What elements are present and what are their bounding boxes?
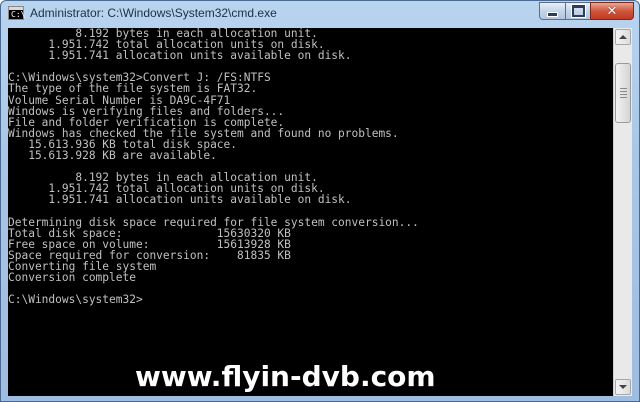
console-line: The type of the file system is FAT32.: [8, 82, 258, 96]
watermark-text: www.flyin-dvb.com: [135, 360, 436, 393]
console-line: Volume Serial Number is DA9C-4F71: [8, 93, 231, 107]
thumb-grip-line: [620, 97, 627, 98]
scroll-thumb[interactable]: [615, 63, 631, 123]
minimize-icon: [547, 11, 558, 17]
close-icon: ✕: [606, 3, 618, 19]
scroll-down-arrow-icon: [619, 385, 627, 389]
window-title: Administrator: C:\Windows\System32\cmd.e…: [30, 6, 277, 20]
console-text: 8.192 bytes in each allocation unit. 1.9…: [8, 28, 419, 305]
command-prompt-icon[interactable]: C:\: [8, 6, 26, 20]
title-bar[interactable]: C:\ Administrator: C:\Windows\System32\c…: [1, 1, 639, 27]
maximize-button[interactable]: [565, 2, 591, 20]
cmd-window: C:\ Administrator: C:\Windows\System32\c…: [0, 0, 640, 402]
minimize-button[interactable]: [539, 2, 566, 20]
maximize-icon: [571, 5, 585, 17]
console-line: Conversion complete: [8, 271, 136, 285]
thumb-grip-line: [620, 91, 627, 92]
scroll-up-button[interactable]: [615, 29, 631, 45]
console-line: 1.951.741 allocation units available on …: [8, 49, 352, 63]
console-line: 15.613.928 KB are available.: [8, 149, 217, 163]
console-output-area[interactable]: 8.192 bytes in each allocation unit. 1.9…: [8, 28, 613, 396]
thumb-grip-line: [620, 94, 627, 95]
scroll-up-arrow-icon: [619, 35, 627, 39]
vertical-scrollbar[interactable]: [613, 28, 632, 396]
close-button[interactable]: ✕: [590, 2, 634, 20]
console-line: C:\Windows\system32>: [8, 293, 143, 307]
thumb-grip-line: [620, 88, 627, 89]
icon-glyph: C:\: [11, 10, 26, 19]
console-line: 1.951.741 allocation units available on …: [8, 193, 352, 207]
scroll-down-button[interactable]: [615, 379, 631, 395]
